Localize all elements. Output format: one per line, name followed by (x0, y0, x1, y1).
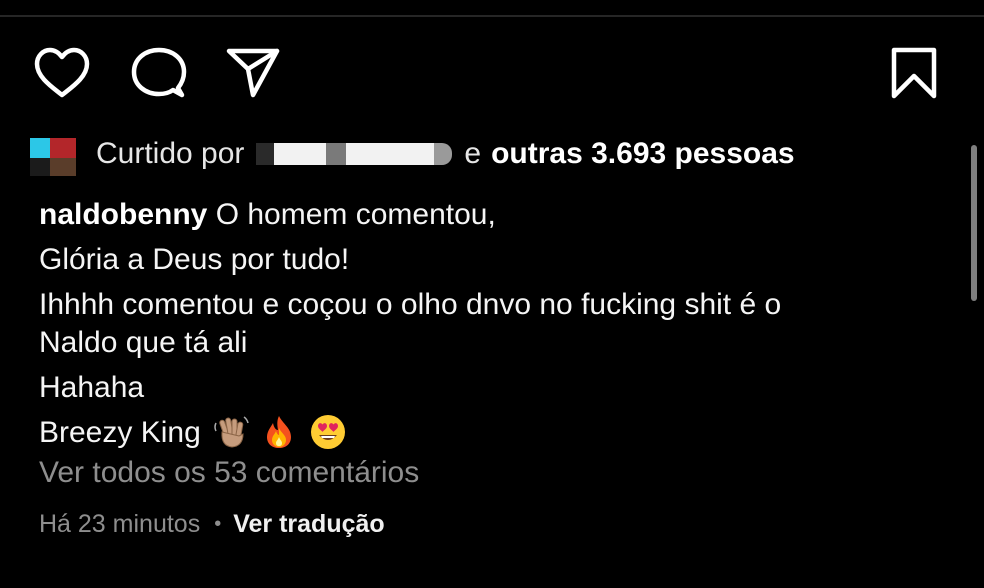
waving-hand-emoji-icon (213, 414, 249, 450)
liked-by-label: Curtido por (96, 137, 245, 170)
likes-others-link[interactable]: outras 3.693 pessoas (491, 137, 795, 171)
caption-text: O homem comentou, (215, 198, 496, 231)
see-translation-link[interactable]: Ver tradução (233, 510, 384, 539)
post-timestamp: Há 23 minutos (39, 510, 201, 538)
fire-emoji-icon (261, 414, 297, 450)
scrollbar[interactable] (971, 145, 977, 301)
likes-summary: Curtido por e outras 3.693 pessoas (30, 132, 930, 176)
post-action-bar (0, 44, 984, 100)
caption-username[interactable]: naldobenny (39, 198, 207, 231)
view-all-comments-link[interactable]: Ver todos os 53 comentários (39, 456, 419, 490)
heart-eyes-emoji-icon (310, 414, 346, 450)
redacted-username[interactable] (256, 141, 453, 167)
bookmark-icon[interactable] (888, 46, 940, 100)
caption-line: Naldo que tá ali (39, 326, 248, 359)
caption-text: Breezy King (39, 416, 201, 449)
caption-line: Glória a Deus por tudo! (39, 243, 350, 276)
likes-conjunction: e (464, 137, 482, 170)
caption-line-emoji: Breezy King (39, 414, 939, 452)
heart-icon[interactable] (34, 47, 90, 99)
post-meta: Há 23 minutos • Ver tradução (39, 510, 385, 539)
meta-separator: • (214, 513, 222, 535)
caption-line: Hahaha (39, 371, 145, 404)
liker-avatar[interactable] (30, 132, 78, 176)
post-caption: naldobenny O homem comentou, Glória a De… (39, 196, 939, 452)
caption-line: Ihhhh comentou e coçou o olho dnvo no fu… (39, 288, 782, 321)
caption-line: naldobenny O homem comentou, (39, 196, 939, 234)
paper-plane-icon[interactable] (226, 47, 280, 99)
comment-bubble-icon[interactable] (131, 47, 187, 101)
top-divider (0, 15, 984, 17)
